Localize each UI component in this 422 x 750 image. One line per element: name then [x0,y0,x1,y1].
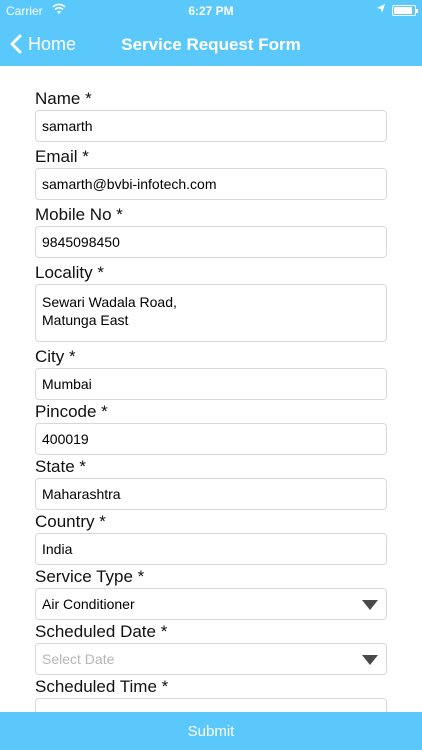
country-value: India [42,541,73,557]
name-value: samarth [42,118,93,134]
service-type-label: Service Type * [35,567,145,586]
navigation-bar: Home Service Request Form [0,22,422,66]
state-field[interactable]: Maharashtra [35,478,387,510]
locality-field[interactable]: Sewari Wadala Road, Matunga East [35,284,387,342]
state-label: State * [35,457,87,476]
battery-icon [392,5,418,16]
service-type-value: Air Conditioner [42,596,135,612]
scheduled-date-label: Scheduled Date * [35,622,168,641]
pincode-label: Pincode * [35,402,108,421]
scheduled-time-label: Scheduled Time * [35,677,169,696]
name-field[interactable]: samarth [35,110,387,142]
location-arrow-icon [376,3,386,18]
city-field[interactable]: Mumbai [35,368,387,400]
state-value: Maharashtra [42,486,121,502]
pincode-value: 400019 [42,431,89,447]
service-request-form: Name * samarth Email * samarth@bvbi-info… [35,66,387,730]
email-field[interactable]: samarth@bvbi-infotech.com [35,168,387,200]
mobile-label: Mobile No * [35,205,123,224]
service-type-dropdown[interactable]: Air Conditioner [35,588,387,620]
submit-button[interactable]: Submit [0,712,422,750]
locality-value: Sewari Wadala Road, Matunga East [42,294,177,328]
email-label: Email * [35,147,89,166]
dropdown-arrow-icon [362,600,378,610]
country-field[interactable]: India [35,533,387,565]
locality-label: Locality * [35,263,104,282]
mobile-value: 9845098450 [42,234,120,250]
dropdown-arrow-icon [362,655,378,665]
status-bar: Carrier 6:27 PM [0,0,422,22]
scheduled-date-placeholder: Select Date [42,651,115,667]
email-value: samarth@bvbi-infotech.com [42,176,217,192]
city-value: Mumbai [42,376,92,392]
page-title: Service Request Form [121,35,301,54]
name-label: Name * [35,89,92,108]
city-label: City * [35,347,76,366]
mobile-field[interactable]: 9845098450 [35,226,387,258]
country-label: Country * [35,512,106,531]
pincode-field[interactable]: 400019 [35,423,387,455]
scheduled-date-dropdown[interactable]: Select Date [35,643,387,675]
clock: 6:27 PM [188,4,234,18]
